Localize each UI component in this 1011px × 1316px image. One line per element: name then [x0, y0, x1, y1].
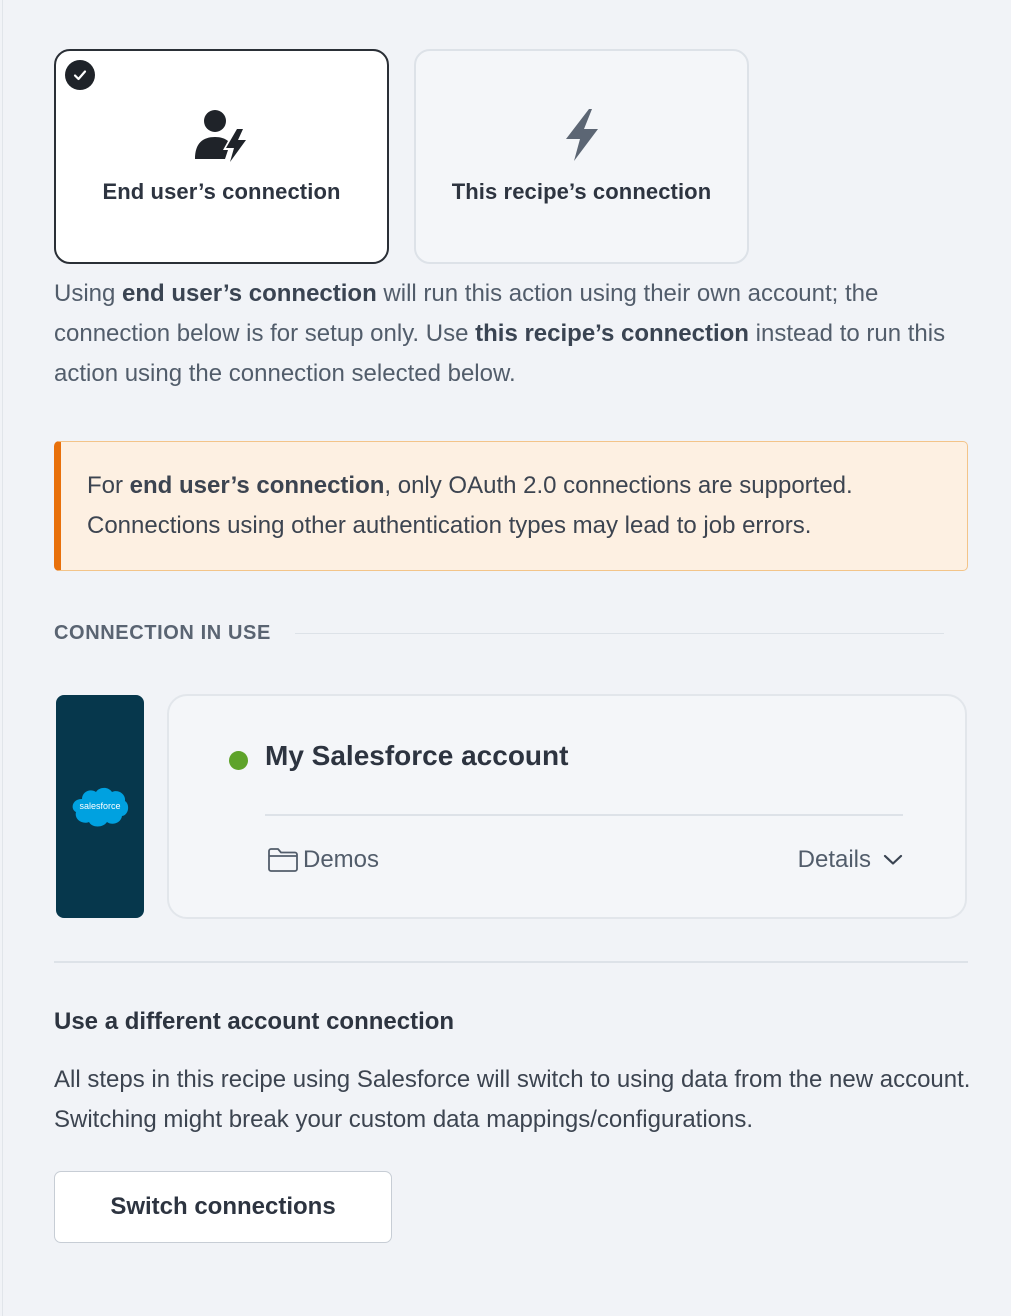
section-title: CONNECTION IN USE [54, 622, 271, 644]
folder-icon [268, 848, 298, 872]
check-icon [65, 60, 95, 90]
salesforce-logo: salesforce [56, 695, 144, 918]
section-divider [294, 632, 944, 635]
bolt-icon [562, 105, 602, 165]
connection-card: My Salesforce account Demos Details [167, 694, 967, 919]
user-bolt-icon [193, 105, 251, 165]
warning-banner: For end user’s connection, only OAuth 2.… [54, 441, 968, 571]
chevron-down-icon [883, 854, 903, 865]
connection-name: My Salesforce account [265, 740, 569, 771]
connection-divider [265, 814, 903, 816]
option-recipe-connection[interactable]: This recipe’s connection [414, 49, 749, 264]
section-header: CONNECTION IN USE [54, 622, 944, 645]
switch-connections-button[interactable]: Switch connections [54, 1171, 392, 1243]
option-end-user-connection[interactable]: End user’s connection [54, 49, 389, 264]
option-label: This recipe’s connection [451, 179, 712, 204]
logo-text: salesforce [79, 801, 120, 811]
connection-mode-description: Using end user’s connection will run thi… [54, 274, 984, 394]
description-emphasis: this recipe’s connection [475, 320, 749, 347]
connection-panel: End user’s connection This recipe’s conn… [2, 0, 1011, 1316]
warning-emphasis: end user’s connection [129, 472, 385, 499]
switch-title: Use a different account connection [54, 1008, 455, 1035]
status-dot-icon [229, 751, 248, 770]
description-emphasis: end user’s connection [122, 280, 377, 307]
description-text: Using [54, 280, 123, 307]
switch-description: All steps in this recipe using Salesforc… [54, 1066, 971, 1133]
section-divider [54, 961, 968, 963]
option-label: End user’s connection [102, 179, 341, 204]
warning-text: For [87, 472, 130, 499]
details-toggle[interactable]: Details [798, 846, 903, 874]
folder-link[interactable]: Demos [267, 846, 379, 874]
folder-name: Demos [303, 846, 380, 873]
details-label: Details [797, 846, 871, 873]
